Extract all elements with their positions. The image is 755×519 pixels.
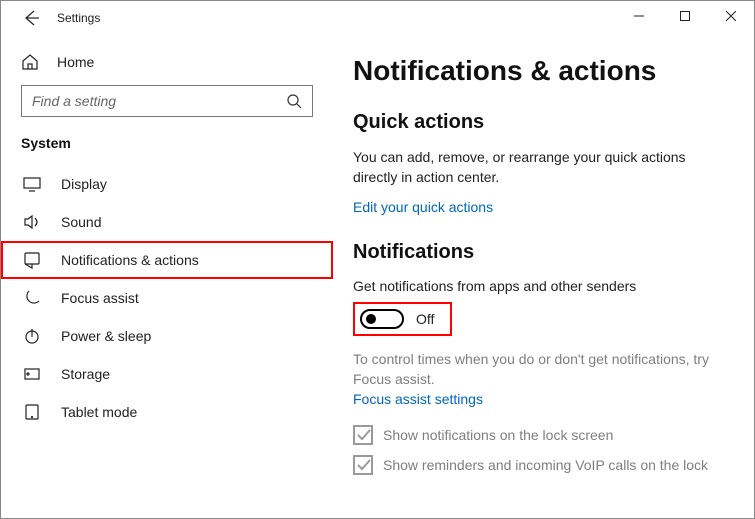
toggle-knob bbox=[366, 314, 376, 324]
home-icon bbox=[21, 53, 39, 71]
sidebar-item-label: Focus assist bbox=[61, 290, 139, 306]
storage-icon bbox=[23, 365, 41, 383]
focus-assist-hint: To control times when you do or don't ge… bbox=[353, 350, 714, 389]
sidebar-heading: System bbox=[1, 131, 333, 155]
search-input[interactable] bbox=[32, 93, 286, 109]
checkbox-label: Show notifications on the lock screen bbox=[383, 427, 613, 443]
sidebar-item-label: Sound bbox=[61, 214, 101, 230]
sidebar-item-notifications[interactable]: Notifications & actions bbox=[1, 241, 333, 279]
quick-actions-description: You can add, remove, or rearrange your q… bbox=[353, 148, 714, 187]
sidebar-item-label: Storage bbox=[61, 366, 110, 382]
toggle-state-label: Off bbox=[416, 311, 434, 327]
minimize-button[interactable] bbox=[616, 1, 662, 31]
page-title: Notifications & actions bbox=[353, 55, 714, 87]
edit-quick-actions-link[interactable]: Edit your quick actions bbox=[353, 199, 493, 215]
sidebar-item-sound[interactable]: Sound bbox=[1, 203, 333, 241]
checkbox-row-lockscreen[interactable]: Show notifications on the lock screen bbox=[353, 425, 714, 445]
checkbox-icon bbox=[353, 455, 373, 475]
notifications-toggle-label: Get notifications from apps and other se… bbox=[353, 278, 714, 294]
sidebar-item-label: Notifications & actions bbox=[61, 252, 199, 268]
back-button[interactable] bbox=[19, 6, 43, 30]
sound-icon bbox=[23, 213, 41, 231]
sidebar-item-label: Power & sleep bbox=[61, 328, 151, 344]
main-panel: Notifications & actions Quick actions Yo… bbox=[333, 35, 754, 518]
sidebar-item-label: Display bbox=[61, 176, 107, 192]
tablet-icon bbox=[23, 403, 41, 421]
sidebar-item-power-sleep[interactable]: Power & sleep bbox=[1, 317, 333, 355]
sidebar: Home System Display Sound Notifications … bbox=[1, 35, 333, 518]
checkbox-label: Show reminders and incoming VoIP calls o… bbox=[383, 457, 708, 473]
sidebar-home-label: Home bbox=[57, 54, 94, 70]
checkbox-icon bbox=[353, 425, 373, 445]
notifications-toggle-wrap: Off bbox=[353, 302, 452, 336]
search-icon bbox=[286, 93, 302, 109]
focus-assist-settings-link[interactable]: Focus assist settings bbox=[353, 391, 483, 407]
display-icon bbox=[23, 175, 41, 193]
checkbox-row-voip[interactable]: Show reminders and incoming VoIP calls o… bbox=[353, 455, 714, 475]
sidebar-item-label: Tablet mode bbox=[61, 404, 137, 420]
sidebar-item-tablet-mode[interactable]: Tablet mode bbox=[1, 393, 333, 431]
focus-assist-icon bbox=[23, 289, 41, 307]
notifications-icon bbox=[23, 251, 41, 269]
notifications-toggle[interactable] bbox=[360, 309, 404, 329]
sidebar-item-storage[interactable]: Storage bbox=[1, 355, 333, 393]
search-box[interactable] bbox=[21, 85, 313, 117]
sidebar-item-display[interactable]: Display bbox=[1, 165, 333, 203]
notifications-heading: Notifications bbox=[353, 241, 714, 264]
quick-actions-heading: Quick actions bbox=[353, 111, 714, 134]
sidebar-item-focus-assist[interactable]: Focus assist bbox=[1, 279, 333, 317]
close-button[interactable] bbox=[708, 1, 754, 31]
power-icon bbox=[23, 327, 41, 345]
maximize-button[interactable] bbox=[662, 1, 708, 31]
sidebar-home[interactable]: Home bbox=[1, 47, 333, 77]
window-title: Settings bbox=[57, 11, 100, 25]
